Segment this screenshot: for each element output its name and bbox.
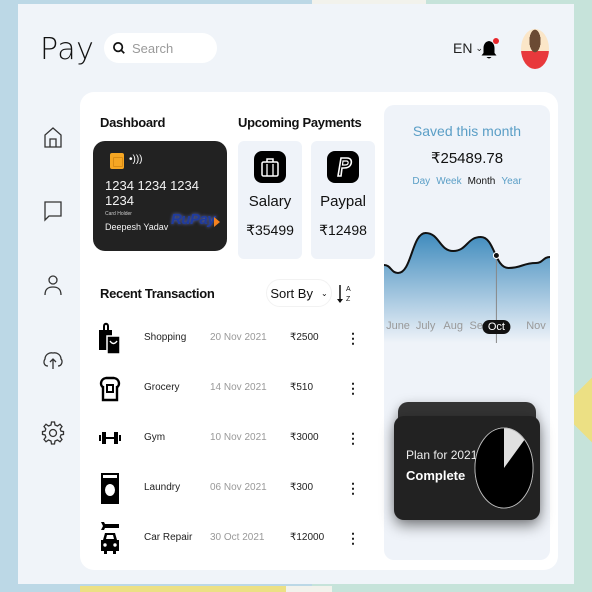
background-cream-bottom	[286, 586, 332, 592]
credit-card[interactable]: •))) 1234 1234 1234 1234 Card Holder Dee…	[93, 141, 227, 251]
bread-icon	[98, 370, 122, 406]
payment-name: Salary	[248, 193, 292, 210]
recent-transaction-title: Recent Transaction	[100, 286, 215, 301]
transaction-amount: ₹12000	[290, 532, 325, 543]
selected-point	[492, 252, 500, 259]
transaction-name: Car Repair	[144, 532, 193, 543]
transaction-row[interactable]: Grocery 14 Nov 2021 ₹510 ⋮	[98, 370, 360, 410]
notification-button[interactable]	[480, 38, 499, 60]
transaction-date: 14 Nov 2021	[210, 382, 267, 393]
dumbbell-icon	[98, 420, 122, 456]
search-icon	[113, 42, 125, 54]
savings-amount: ₹25489.78	[430, 150, 504, 167]
main-card: Dashboard Upcoming Payments •))) 1234 12…	[80, 92, 558, 570]
sidebar-item-settings[interactable]	[38, 418, 68, 448]
savings-title: Saved this month	[412, 123, 522, 139]
sort-by-dropdown[interactable]: Sort By ⌄	[266, 279, 332, 307]
rupay-logo-mark	[214, 217, 220, 227]
payment-amount: ₹12498	[319, 222, 367, 238]
car-repair-icon	[98, 520, 122, 556]
svg-text:A: A	[346, 286, 351, 293]
washing-machine-icon	[98, 470, 122, 506]
x-tick-aug[interactable]: Aug	[443, 320, 463, 332]
transaction-row[interactable]: Car Repair 30 Oct 2021 ₹12000 ⋮	[98, 520, 360, 560]
gear-icon	[41, 421, 65, 445]
sidebar-item-profile[interactable]	[38, 270, 68, 300]
background-yellow	[80, 586, 286, 592]
upcoming-payment-salary[interactable]: Salary ₹35499	[238, 141, 302, 259]
transaction-name: Shopping	[144, 332, 187, 343]
cloud-upload-icon	[43, 352, 63, 369]
contactless-icon: •)))	[129, 154, 143, 165]
plan-progress-pie	[474, 427, 534, 509]
more-options-icon[interactable]: ⋮	[346, 428, 360, 450]
transaction-row[interactable]: Gym 10 Nov 2021 ₹3000 ⋮	[98, 420, 360, 460]
transaction-name: Laundry	[144, 482, 181, 493]
user-avatar[interactable]	[521, 29, 549, 69]
tab-week[interactable]: Week	[436, 176, 461, 187]
x-tick-oct[interactable]: Oct	[482, 320, 510, 334]
transaction-date: 10 Nov 2021	[210, 432, 267, 443]
svg-text:Z: Z	[346, 296, 351, 303]
app-logo: Pay	[40, 32, 95, 67]
chat-icon	[44, 201, 62, 222]
tab-month[interactable]: Month	[468, 176, 496, 187]
x-tick-july[interactable]: July	[416, 320, 436, 332]
x-tick-june[interactable]: June	[386, 320, 410, 332]
plan-label: Plan for 2021	[406, 448, 478, 462]
more-options-icon[interactable]: ⋮	[346, 478, 360, 500]
app-window: Pay EN ⌄	[18, 4, 574, 584]
transaction-date: 06 Nov 2021	[210, 482, 267, 493]
plan-status: Complete	[406, 468, 466, 483]
card-chip-icon	[110, 153, 124, 169]
card-holder-label: Card Holder	[105, 211, 132, 217]
sort-az-icon[interactable]: A Z	[336, 283, 352, 305]
more-options-icon[interactable]: ⋮	[346, 328, 360, 350]
transaction-name: Gym	[144, 432, 166, 443]
tab-day[interactable]: Day	[412, 176, 430, 187]
dashboard-title: Dashboard	[100, 115, 166, 130]
payment-amount: ₹35499	[246, 222, 294, 238]
rupay-logo: RuPay	[171, 211, 216, 228]
user-icon	[44, 275, 62, 296]
upcoming-payments-title: Upcoming Payments	[238, 115, 362, 130]
x-axis-labels: June July Aug Sept Oct Nov	[384, 320, 550, 340]
card-number: 1234 1234 1234 1234	[105, 178, 199, 208]
period-tabs: Day Week Month Year	[384, 176, 550, 187]
transaction-row[interactable]: Laundry 06 Nov 2021 ₹300 ⋮	[98, 470, 360, 510]
language-label: EN	[453, 40, 473, 56]
plan-card[interactable]: Plan for 2021 Complete	[394, 416, 540, 520]
transaction-row[interactable]: Shopping 20 Nov 2021 ₹2500 ⋮	[98, 320, 360, 360]
home-icon	[44, 127, 62, 148]
transaction-amount: ₹300	[290, 482, 314, 493]
sidebar-item-messages[interactable]	[38, 196, 68, 226]
language-selector[interactable]: EN ⌄	[453, 40, 483, 56]
savings-panel: Saved this month ₹25489.78 Day Week Mont…	[384, 105, 550, 560]
transaction-date: 20 Nov 2021	[210, 332, 267, 343]
tab-year[interactable]: Year	[501, 176, 521, 187]
shopping-bag-icon	[98, 320, 122, 356]
sidebar-item-upload[interactable]	[38, 344, 68, 374]
search-bar[interactable]	[104, 33, 217, 63]
chevron-down-icon: ⌄	[320, 288, 328, 298]
paypal-icon	[327, 151, 359, 183]
more-options-icon[interactable]: ⋮	[346, 378, 360, 400]
payment-name: Paypal	[320, 193, 366, 210]
more-options-icon[interactable]: ⋮	[346, 528, 360, 550]
briefcase-icon	[254, 151, 286, 183]
search-input[interactable]	[132, 40, 212, 56]
transaction-name: Grocery	[144, 382, 180, 393]
transaction-amount: ₹510	[290, 382, 314, 393]
transaction-date: 30 Oct 2021	[210, 532, 265, 543]
transaction-amount: ₹2500	[290, 332, 319, 343]
card-holder-name: Deepesh Yadav	[105, 222, 169, 232]
transaction-amount: ₹3000	[290, 432, 319, 443]
sidebar-item-home[interactable]	[38, 122, 68, 152]
sort-by-label: Sort By	[270, 285, 313, 301]
x-tick-nov[interactable]: Nov	[526, 320, 546, 332]
upcoming-payment-paypal[interactable]: Paypal ₹12498	[311, 141, 375, 259]
notification-badge	[493, 38, 499, 44]
